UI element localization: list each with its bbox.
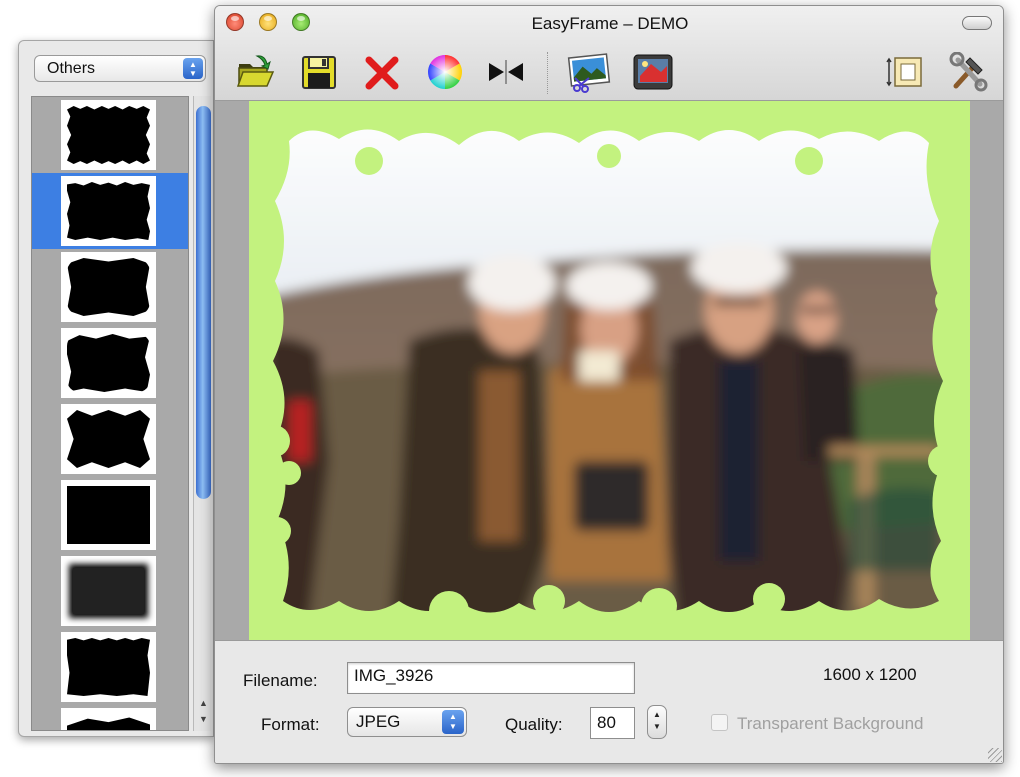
quality-label: Quality: (505, 715, 563, 734)
frame-thumb (61, 480, 156, 550)
export-icon[interactable] (631, 52, 673, 92)
toolbar-toggle-button[interactable] (962, 16, 992, 30)
frame-thumb (61, 556, 156, 626)
framed-photo[interactable] (249, 101, 970, 640)
frame-thumb (61, 252, 156, 322)
frame-item-8[interactable] (32, 629, 188, 705)
delete-x-icon[interactable] (362, 52, 402, 92)
quality-field[interactable]: 80 (590, 707, 635, 739)
window-title: EasyFrame – DEMO (531, 14, 689, 33)
titlebar: EasyFrame – DEMO (215, 6, 1003, 101)
format-select-value: JPEG (356, 712, 401, 731)
frame-item-1[interactable] (32, 97, 188, 173)
color-wheel-icon[interactable] (425, 52, 465, 92)
frames-drawer: Others ▲ ▼ ▲ ▼ (18, 40, 214, 737)
frame-item-5[interactable] (32, 401, 188, 477)
resize-icon[interactable] (885, 52, 925, 92)
frame-item-9[interactable] (32, 705, 188, 730)
scroll-up-icon[interactable]: ▲ (197, 698, 210, 712)
frame-thumb (61, 100, 156, 170)
transparent-background-label: Transparent Background (737, 714, 924, 733)
filename-field[interactable]: IMG_3926 (347, 662, 635, 694)
toolbar-separator (547, 52, 548, 94)
frame-thumb (61, 632, 156, 702)
transparent-background-checkbox[interactable] (711, 714, 728, 731)
select-arrows-icon: ▲ ▼ (442, 710, 464, 734)
photo-image (249, 101, 970, 640)
format-label: Format: (261, 715, 320, 734)
format-select[interactable]: JPEG ▲ ▼ (347, 707, 467, 737)
frame-thumb (61, 176, 156, 246)
preferences-tools-icon[interactable] (948, 51, 988, 92)
frame-item-3[interactable] (32, 249, 188, 325)
frame-thumb (61, 708, 156, 730)
category-popup[interactable]: Others ▲ ▼ (34, 55, 206, 82)
category-popup-label: Others (47, 60, 96, 77)
frame-item-6[interactable] (32, 477, 188, 553)
flip-icon[interactable] (486, 52, 526, 92)
main-window: EasyFrame – DEMO Filename: IMG_3926 1600… (214, 5, 1004, 764)
frame-item-4[interactable] (32, 325, 188, 401)
photo-icon[interactable] (567, 52, 611, 93)
popup-arrows-icon: ▲ ▼ (183, 58, 203, 79)
save-disk-icon[interactable] (299, 52, 339, 92)
scrollbar-thumb[interactable] (196, 106, 211, 499)
image-dimensions: 1600 x 1200 (823, 665, 917, 684)
frame-item-7[interactable] (32, 553, 188, 629)
resize-grip-icon[interactable] (988, 748, 1002, 762)
canvas-area[interactable] (215, 101, 1003, 640)
filename-label: Filename: (243, 671, 318, 690)
quality-stepper[interactable]: ▲ ▼ (647, 705, 667, 739)
frame-thumb (61, 404, 156, 474)
open-folder-icon[interactable] (235, 52, 275, 92)
export-settings-panel: Filename: IMG_3926 1600 x 1200 Format: J… (215, 640, 1003, 763)
frame-item-2[interactable] (32, 173, 188, 249)
scroll-down-icon[interactable]: ▼ (197, 714, 210, 728)
frame-thumb (61, 328, 156, 398)
frame-list[interactable] (31, 96, 189, 731)
drawer-scrollbar[interactable]: ▲ ▼ (193, 96, 211, 731)
